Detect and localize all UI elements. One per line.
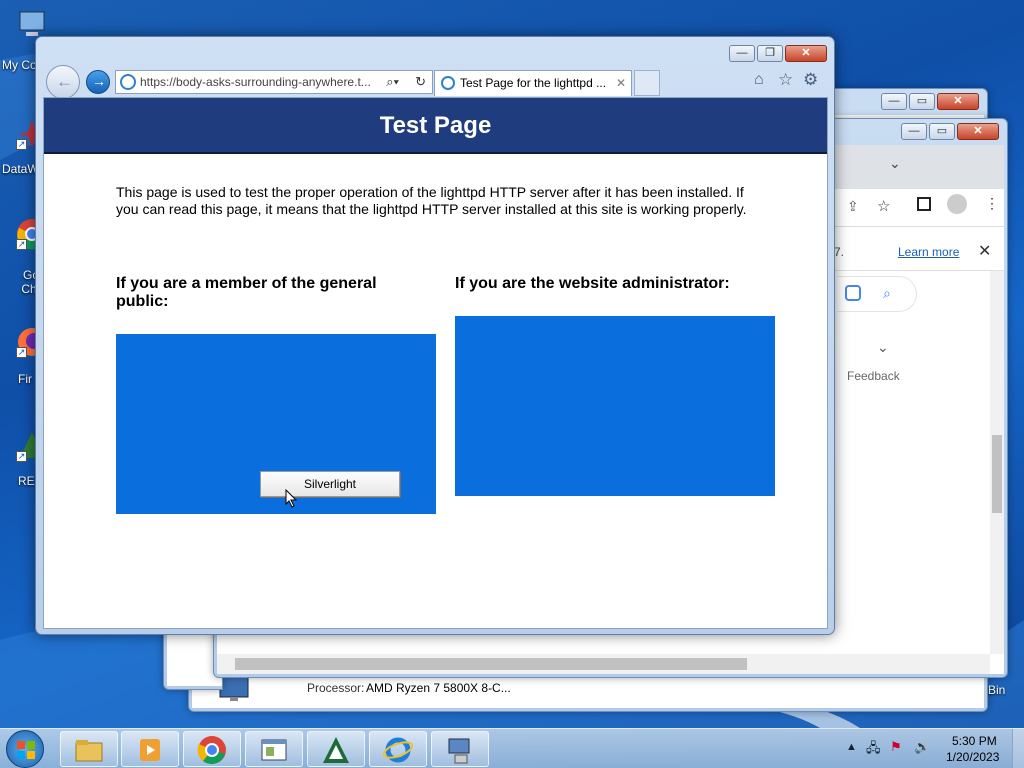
tab-title: Test Page for the lighttpd ... — [460, 76, 607, 90]
page-title: Test Page — [44, 98, 827, 154]
processor-value: AMD Ryzen 7 5800X 8-C... — [366, 681, 511, 695]
ie-page-icon — [441, 76, 455, 90]
ie-page-content: Test Page This page is used to test the … — [43, 97, 828, 629]
home-icon[interactable]: ⌂ — [754, 71, 764, 89]
search-icon[interactable]: ⌕ — [883, 285, 891, 302]
media-player-icon — [140, 739, 160, 761]
app-icon — [323, 737, 349, 763]
scrollbar-thumb[interactable] — [235, 658, 747, 670]
info-bar-text: 7. — [834, 245, 845, 259]
close-button[interactable]: ✕ — [957, 123, 999, 140]
desktop-icon-label: My Co — [2, 58, 37, 72]
taskbar-file-explorer[interactable] — [60, 731, 118, 767]
taskbar-network[interactable] — [431, 731, 489, 767]
refresh-icon[interactable]: ↻ — [415, 71, 426, 93]
public-heading: If you are a member of the general publi… — [116, 275, 377, 310]
tab-close-icon[interactable]: ✕ — [616, 71, 626, 95]
search-box[interactable]: ⌕ — [837, 276, 917, 312]
horizontal-scrollbar[interactable] — [217, 654, 990, 674]
action-center-icon[interactable]: ⚑ — [890, 739, 902, 755]
sidebar-icon[interactable] — [917, 197, 931, 211]
search-icon[interactable]: ⌕▾ — [383, 71, 402, 93]
mouse-cursor-icon — [285, 489, 298, 508]
share-icon[interactable]: ⇪ — [847, 198, 859, 215]
start-button[interactable] — [6, 730, 44, 768]
taskbar-chrome[interactable] — [183, 731, 241, 767]
maximize-button[interactable]: ▭ — [929, 123, 955, 140]
taskbar-app[interactable] — [307, 731, 365, 767]
desktop-icon-label: RE — [18, 474, 35, 488]
minimize-button[interactable]: — — [901, 123, 927, 140]
ie-page-icon — [120, 74, 136, 90]
clock-date[interactable]: 1/20/2023 — [946, 750, 999, 764]
admin-plugin-area[interactable] — [455, 316, 775, 496]
desktop-icon-label: DataW — [2, 162, 39, 176]
chevron-down-icon[interactable]: ⌄ — [877, 339, 889, 356]
close-button[interactable]: ✕ — [937, 93, 979, 110]
system-window-controls: — ▭ ✕ — [881, 93, 979, 110]
admin-heading: If you are the website administrator: — [455, 275, 730, 292]
desktop-icon-label: Fir — [18, 372, 32, 386]
minimize-button[interactable]: — — [881, 93, 907, 110]
window-icon — [261, 739, 287, 761]
learn-more-link[interactable]: Learn more — [898, 245, 959, 259]
ie-icon — [383, 737, 413, 763]
minimize-button[interactable]: — — [729, 45, 755, 62]
page-intro: This page is used to test the proper ope… — [116, 184, 747, 217]
chrome-icon — [197, 736, 226, 764]
processor-label: Processor: — [307, 681, 365, 695]
forward-button[interactable]: → — [86, 70, 110, 94]
public-plugin-area[interactable]: Silverlight — [116, 334, 436, 514]
windows-logo-icon — [17, 741, 35, 759]
favorites-star-icon[interactable]: ☆ — [778, 70, 793, 90]
menu-icon[interactable]: ⋮ — [985, 195, 999, 212]
maximize-button[interactable]: ▭ — [909, 93, 935, 110]
close-icon[interactable]: ✕ — [978, 241, 991, 261]
silverlight-button[interactable]: Silverlight — [260, 471, 400, 497]
scrollbar-thumb[interactable] — [992, 435, 1002, 513]
back-arrow-icon: ← — [56, 72, 73, 91]
vertical-scrollbar[interactable] — [990, 271, 1004, 654]
close-button[interactable]: ✕ — [785, 45, 827, 62]
ie-window-controls: — ❐ ✕ — [729, 45, 827, 62]
settings-gear-icon[interactable]: ⚙ — [803, 70, 818, 90]
taskbar-window[interactable] — [245, 731, 303, 767]
network-tray-icon[interactable]: 🖧 — [866, 739, 881, 761]
forward-arrow-icon: → — [92, 73, 106, 89]
clock-time[interactable]: 5:30 PM — [952, 734, 997, 748]
network-icon — [448, 738, 470, 764]
chrome-window-controls: — ▭ ✕ — [901, 123, 999, 140]
recycle-bin-label[interactable]: Bin — [988, 683, 1005, 697]
chevron-down-icon[interactable]: ⌄ — [889, 155, 901, 172]
address-bar[interactable]: https://body-asks-surrounding-anywhere.t… — [115, 70, 433, 94]
lens-icon[interactable] — [845, 285, 861, 301]
tab-test-page[interactable]: Test Page for the lighttpd ... ✕ — [434, 70, 632, 96]
address-url[interactable]: https://body-asks-surrounding-anywhere.t… — [140, 75, 371, 89]
taskbar-media-player[interactable] — [121, 731, 179, 767]
bookmark-star-icon[interactable]: ☆ — [877, 197, 890, 215]
feedback-link[interactable]: Feedback — [847, 369, 900, 383]
back-button[interactable]: ← — [46, 65, 80, 99]
file-explorer-icon — [75, 740, 103, 762]
volume-icon[interactable]: 🔊 — [914, 739, 930, 755]
restore-button[interactable]: ❐ — [757, 45, 783, 62]
ie-window[interactable]: — ❐ ✕ ← → https://body-asks-surrounding-… — [35, 36, 835, 635]
show-hidden-icons[interactable]: ▲ — [846, 741, 857, 753]
new-tab-button[interactable] — [634, 70, 660, 96]
show-desktop-button[interactable] — [1012, 729, 1024, 768]
taskbar: ▲ 🖧 ⚑ 🔊 5:30 PM 1/20/2023 — [0, 728, 1024, 768]
profile-icon[interactable] — [947, 194, 967, 214]
taskbar-ie[interactable] — [369, 731, 427, 767]
